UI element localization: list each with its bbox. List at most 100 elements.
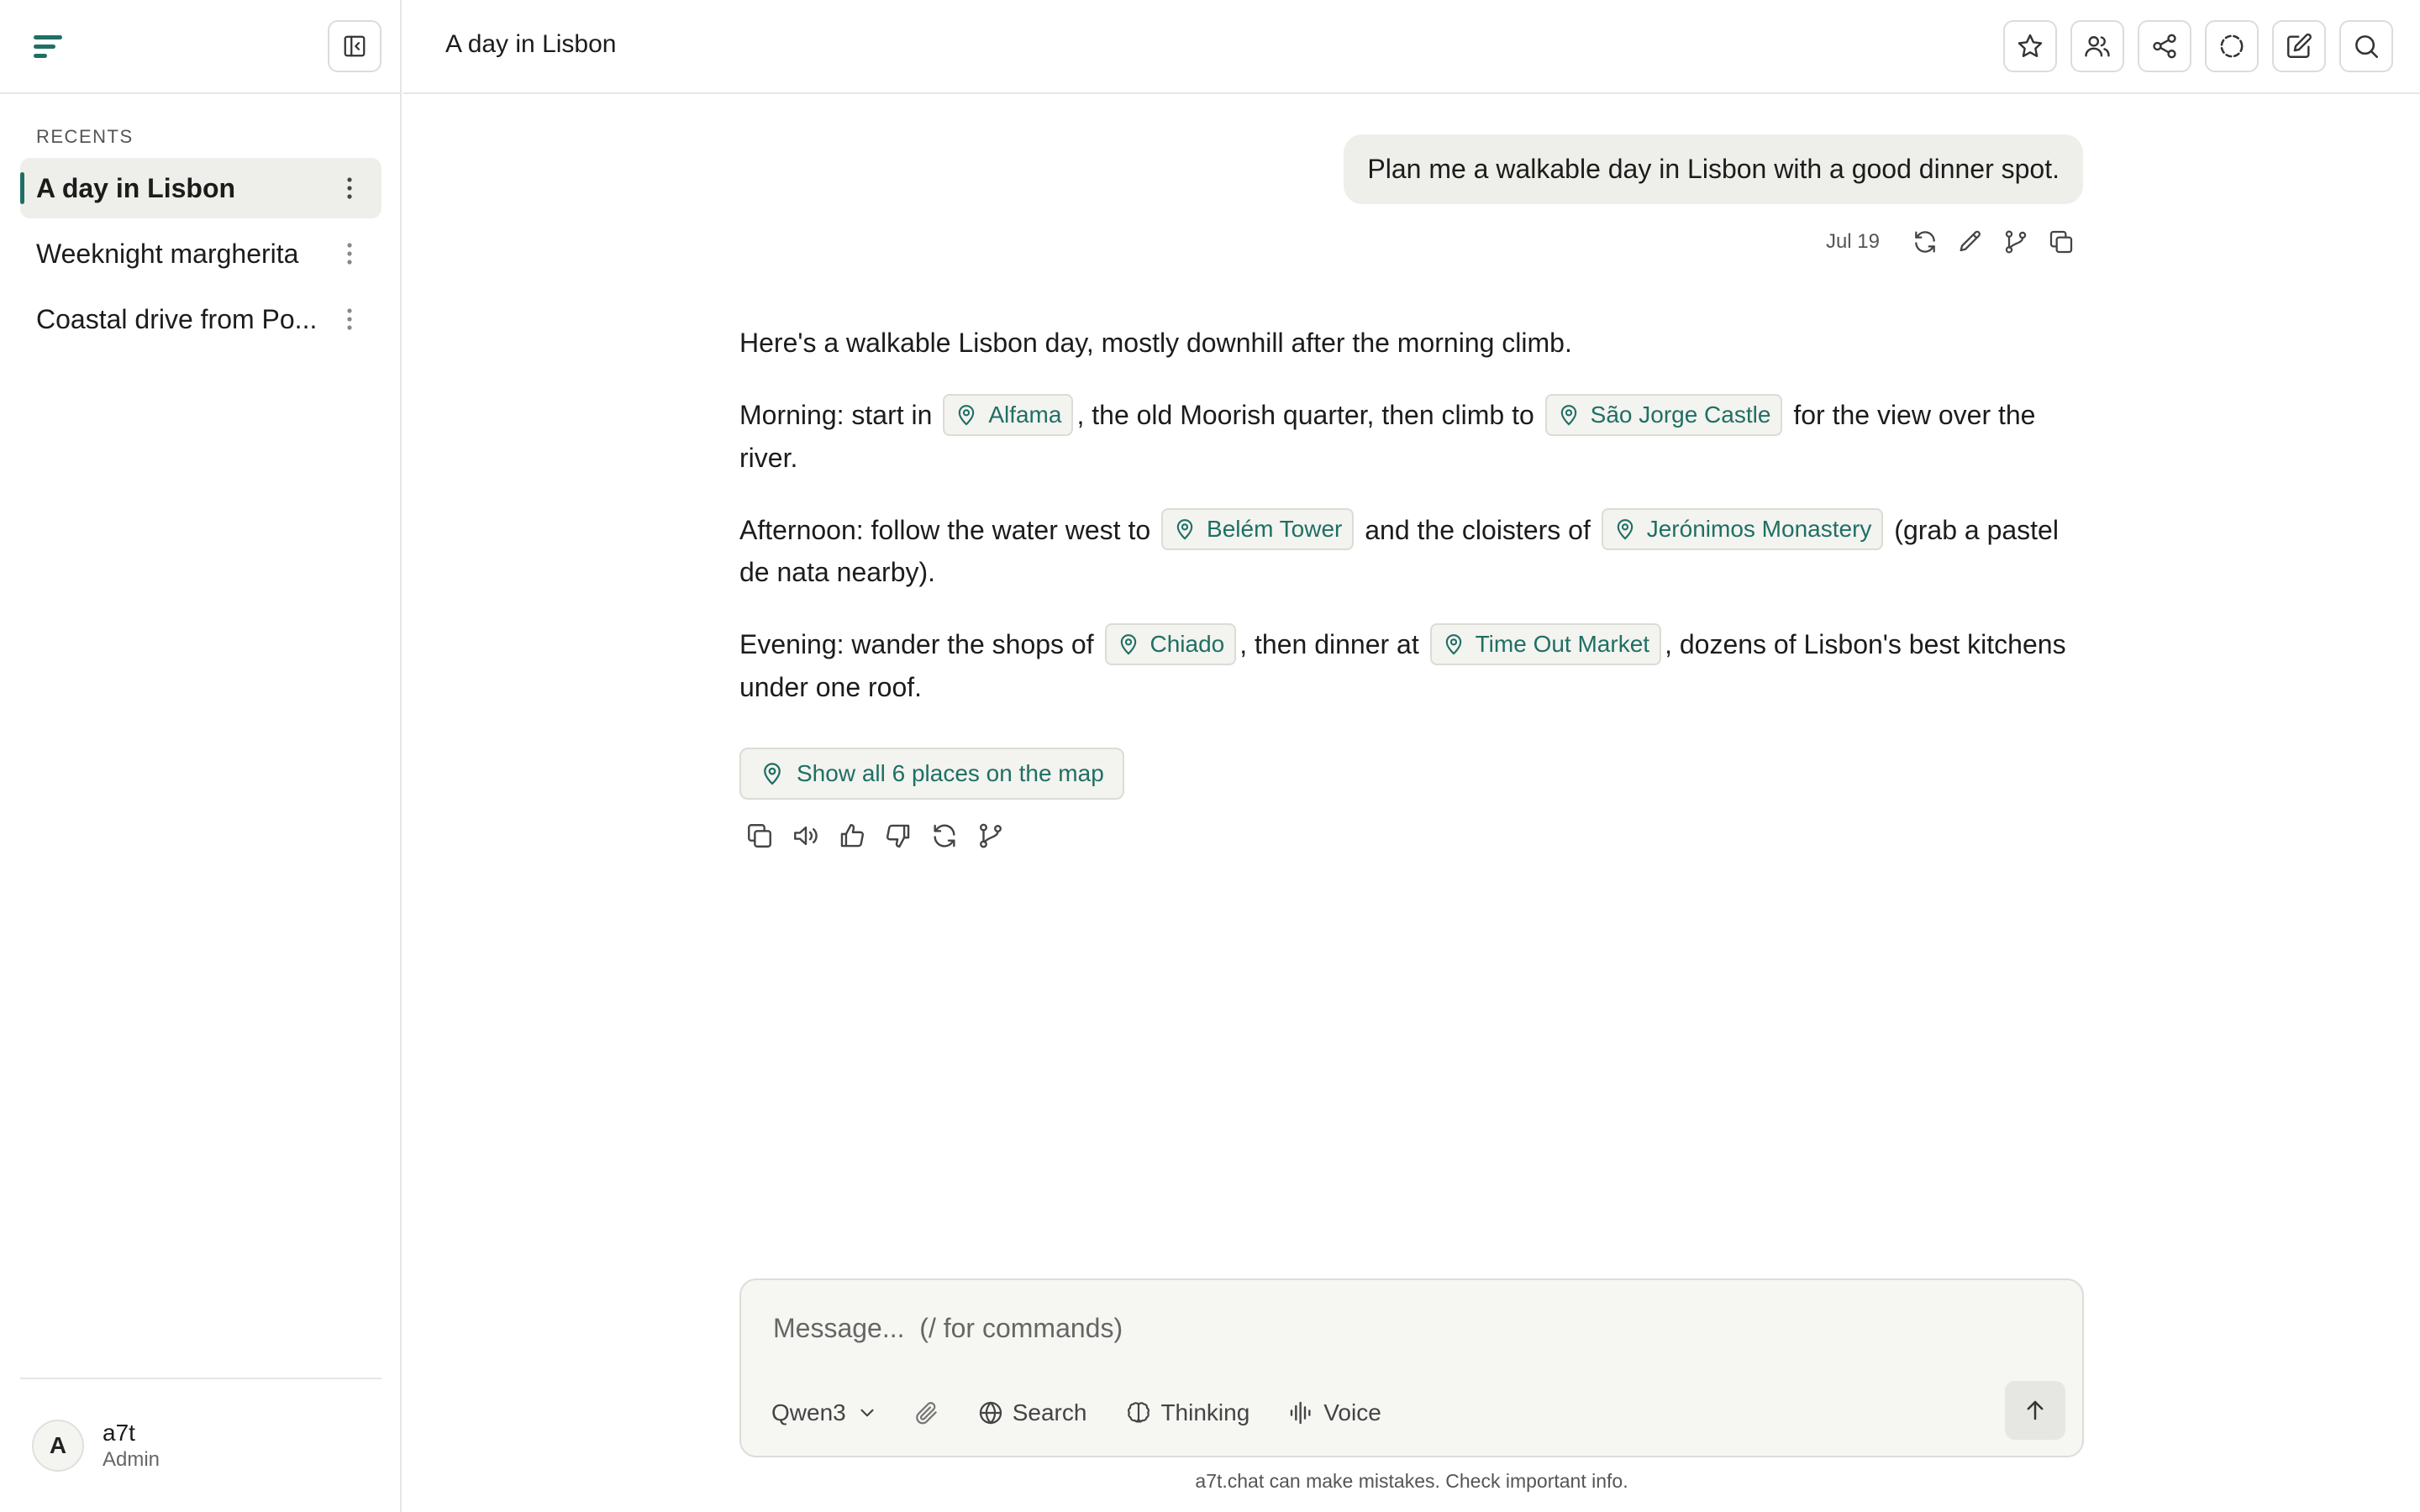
map-pin-icon — [1617, 519, 1633, 540]
disclaimer: a7t.chat can make mistakes. Check import… — [1195, 1470, 1628, 1492]
edit-pencil-icon[interactable] — [1955, 227, 1986, 257]
show-on-map-button[interactable]: Show all 6 places on the map — [739, 748, 1124, 800]
chevron-down-icon — [860, 1409, 874, 1417]
top-bar: A day in Lisbon — [403, 0, 2420, 94]
user-profile[interactable]: A a7t Admin — [32, 1420, 160, 1472]
share-icon — [2150, 32, 2179, 60]
afternoon-mid: and the cloisters of — [1357, 514, 1598, 545]
new-chat-button[interactable] — [2272, 20, 2326, 72]
collapse-sidebar-button[interactable] — [328, 20, 381, 72]
evening-lead: Evening: wander the shops of — [739, 629, 1102, 660]
map-pin-icon — [1120, 633, 1136, 655]
user-message-bubble: Plan me a walkable day in Lisbon with a … — [1344, 134, 2083, 204]
map-pin-icon — [1445, 633, 1461, 655]
morning-mid: , the old Moorish quarter, then climb to — [1076, 400, 1542, 430]
assistant-message-actions — [743, 819, 1020, 853]
arrow-up-icon — [2027, 1400, 2044, 1420]
model-name: Qwen3 — [771, 1399, 846, 1425]
copy-icon[interactable] — [743, 819, 776, 853]
globe-icon — [979, 1401, 1002, 1425]
place-chip-sao-jorge-castle[interactable]: São Jorge Castle — [1544, 393, 1783, 436]
sidebar-toggle-icon — [342, 34, 367, 59]
evening-paragraph: Evening: wander the shops of Chiado , the… — [739, 622, 2084, 706]
copy-icon[interactable] — [2046, 227, 2076, 257]
chat-item-weeknight-margherita[interactable]: Weeknight margherita — [20, 223, 381, 284]
map-pin-icon — [764, 763, 781, 785]
place-chip-time-out-market[interactable]: Time Out Market — [1429, 622, 1662, 665]
place-chip-alfama[interactable]: Alfama — [943, 393, 1074, 436]
map-pin-icon — [959, 404, 975, 426]
message-input[interactable] — [773, 1307, 2033, 1349]
place-chip-belem-tower[interactable]: Belém Tower — [1161, 508, 1355, 551]
paperclip-icon — [915, 1402, 937, 1425]
chat-item-label: Coastal drive from Po... — [36, 303, 318, 334]
chat-list: A day in Lisbon Weeknight margherita Coa… — [20, 158, 381, 354]
thumbs-up-icon[interactable] — [835, 819, 869, 853]
sidebar-divider — [20, 1378, 381, 1379]
message-date: Jul 19 — [1825, 230, 1880, 253]
sidebar: RECENTS A day in Lisbon Weeknight marghe… — [0, 0, 402, 1512]
search-toggle-label: Search — [1012, 1399, 1087, 1425]
attach-button[interactable] — [913, 1399, 949, 1426]
recents-heading: RECENTS — [36, 126, 134, 147]
user-name: a7t — [103, 1420, 135, 1446]
map-pin-icon — [1176, 519, 1193, 540]
user-role: Admin — [103, 1448, 160, 1471]
place-chip-label: Time Out Market — [1475, 630, 1650, 657]
composer-toolbar: Qwen3 Search Thinking Voice — [771, 1399, 1420, 1426]
app-logo-icon[interactable] — [32, 30, 66, 64]
place-chip-label: Belém Tower — [1207, 516, 1343, 543]
star-icon — [2016, 32, 2044, 60]
evening-mid: , then dinner at — [1239, 629, 1427, 660]
regenerate-icon[interactable] — [1910, 227, 1940, 257]
place-chip-chiado[interactable]: Chiado — [1104, 622, 1237, 665]
chat-item-coastal-drive[interactable]: Coastal drive from Po... — [20, 289, 381, 349]
chat-item-label: Weeknight margherita — [36, 238, 299, 269]
place-chip-jeronimos-monastery[interactable]: Jerónimos Monastery — [1601, 508, 1884, 551]
search-button[interactable] — [2339, 20, 2393, 72]
avatar: A — [32, 1420, 84, 1472]
audio-waveform-icon — [1291, 1401, 1311, 1425]
show-on-map-label: Show all 6 places on the map — [797, 760, 1104, 786]
user-message-text: Plan me a walkable day in Lisbon with a … — [1367, 154, 2060, 184]
users-icon — [2083, 32, 2112, 60]
read-aloud-icon[interactable] — [789, 819, 823, 853]
thumbs-down-icon[interactable] — [881, 819, 915, 853]
branch-icon[interactable] — [974, 819, 1007, 853]
more-options-icon[interactable] — [334, 239, 365, 269]
thinking-toggle-label: Thinking — [1160, 1399, 1250, 1425]
more-options-icon[interactable] — [334, 304, 365, 334]
edit-icon — [2285, 32, 2313, 60]
collaborators-button[interactable] — [2070, 20, 2124, 72]
regenerate-icon[interactable] — [928, 819, 961, 853]
chat-item-label: A day in Lisbon — [36, 172, 236, 203]
send-button[interactable] — [2005, 1381, 2065, 1440]
sidebar-header — [0, 0, 400, 94]
assistant-intro: Here's a walkable Lisbon day, mostly dow… — [739, 328, 1572, 358]
afternoon-lead: Afternoon: follow the water west to — [739, 514, 1159, 545]
brain-icon — [1128, 1402, 1150, 1423]
thinking-toggle[interactable]: Thinking — [1125, 1399, 1249, 1426]
place-chip-label: São Jorge Castle — [1590, 401, 1771, 428]
favorite-button[interactable] — [2003, 20, 2057, 72]
map-pin-icon — [1560, 404, 1576, 426]
search-toggle[interactable]: Search — [977, 1399, 1087, 1426]
message-composer: Qwen3 Search Thinking Voice — [739, 1278, 2084, 1457]
page-title: A day in Lisbon — [445, 30, 617, 58]
search-icon — [2352, 32, 2381, 60]
dashed-circle-icon — [2217, 32, 2246, 60]
user-message-meta: Jul 19 — [1826, 227, 2076, 257]
share-button[interactable] — [2138, 20, 2191, 72]
more-options-icon[interactable] — [334, 173, 365, 203]
place-chip-label: Chiado — [1150, 630, 1225, 657]
branch-icon[interactable] — [2001, 227, 2031, 257]
voice-label: Voice — [1323, 1399, 1381, 1425]
place-chip-label: Jerónimos Monastery — [1646, 516, 1872, 543]
chat-item-a-day-in-lisbon[interactable]: A day in Lisbon — [20, 158, 381, 218]
model-selector[interactable]: Qwen3 — [771, 1399, 878, 1426]
temporary-chat-button[interactable] — [2205, 20, 2259, 72]
afternoon-paragraph: Afternoon: follow the water west to Belé… — [739, 508, 2084, 592]
assistant-message: Here's a walkable Lisbon day, mostly dow… — [739, 323, 2084, 740]
morning-lead: Morning: start in — [739, 400, 940, 430]
voice-button[interactable]: Voice — [1288, 1399, 1381, 1426]
